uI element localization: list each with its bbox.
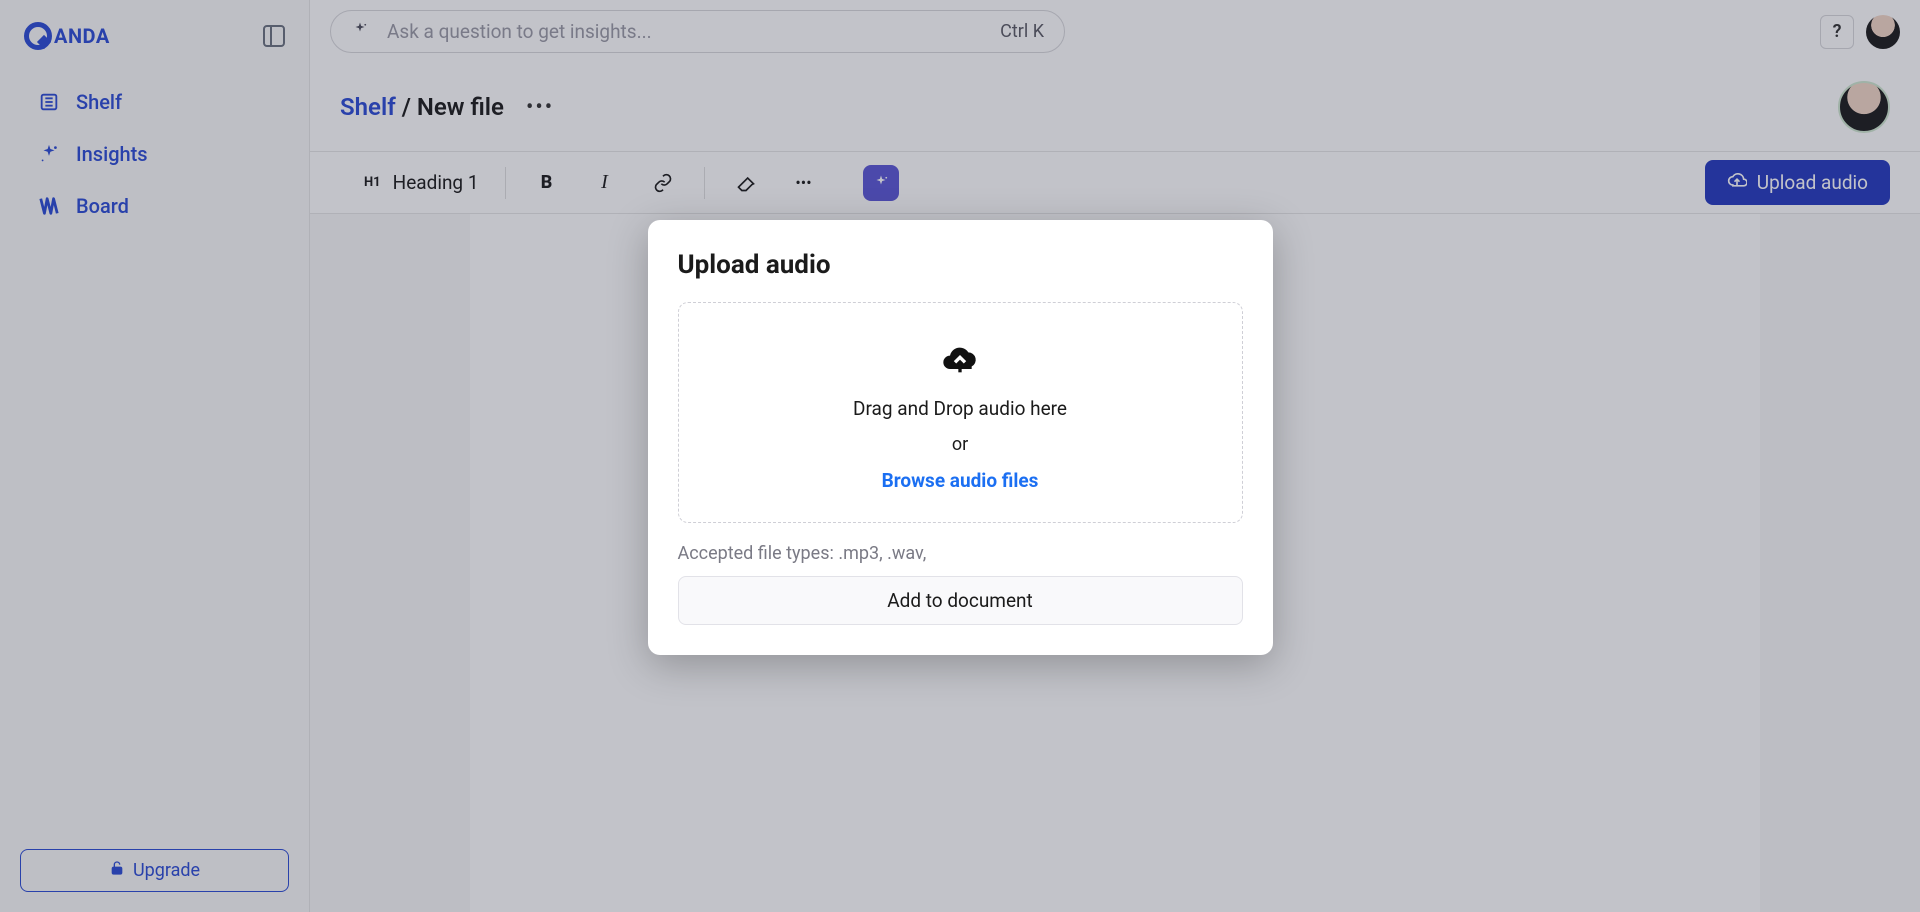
browse-audio-link[interactable]: Browse audio files <box>882 469 1039 492</box>
cloud-upload-icon <box>937 339 983 383</box>
modal-overlay[interactable]: Upload audio Drag and Drop audio here or… <box>0 0 1920 912</box>
add-to-document-button[interactable]: Add to document <box>678 576 1243 625</box>
upload-audio-modal: Upload audio Drag and Drop audio here or… <box>648 220 1273 655</box>
dropzone-text: Drag and Drop audio here <box>853 397 1067 420</box>
audio-dropzone[interactable]: Drag and Drop audio here or Browse audio… <box>678 302 1243 523</box>
modal-title: Upload audio <box>678 250 1243 280</box>
accepted-file-types: Accepted file types: .mp3, .wav, <box>678 543 1243 564</box>
dropzone-or: or <box>952 434 968 455</box>
